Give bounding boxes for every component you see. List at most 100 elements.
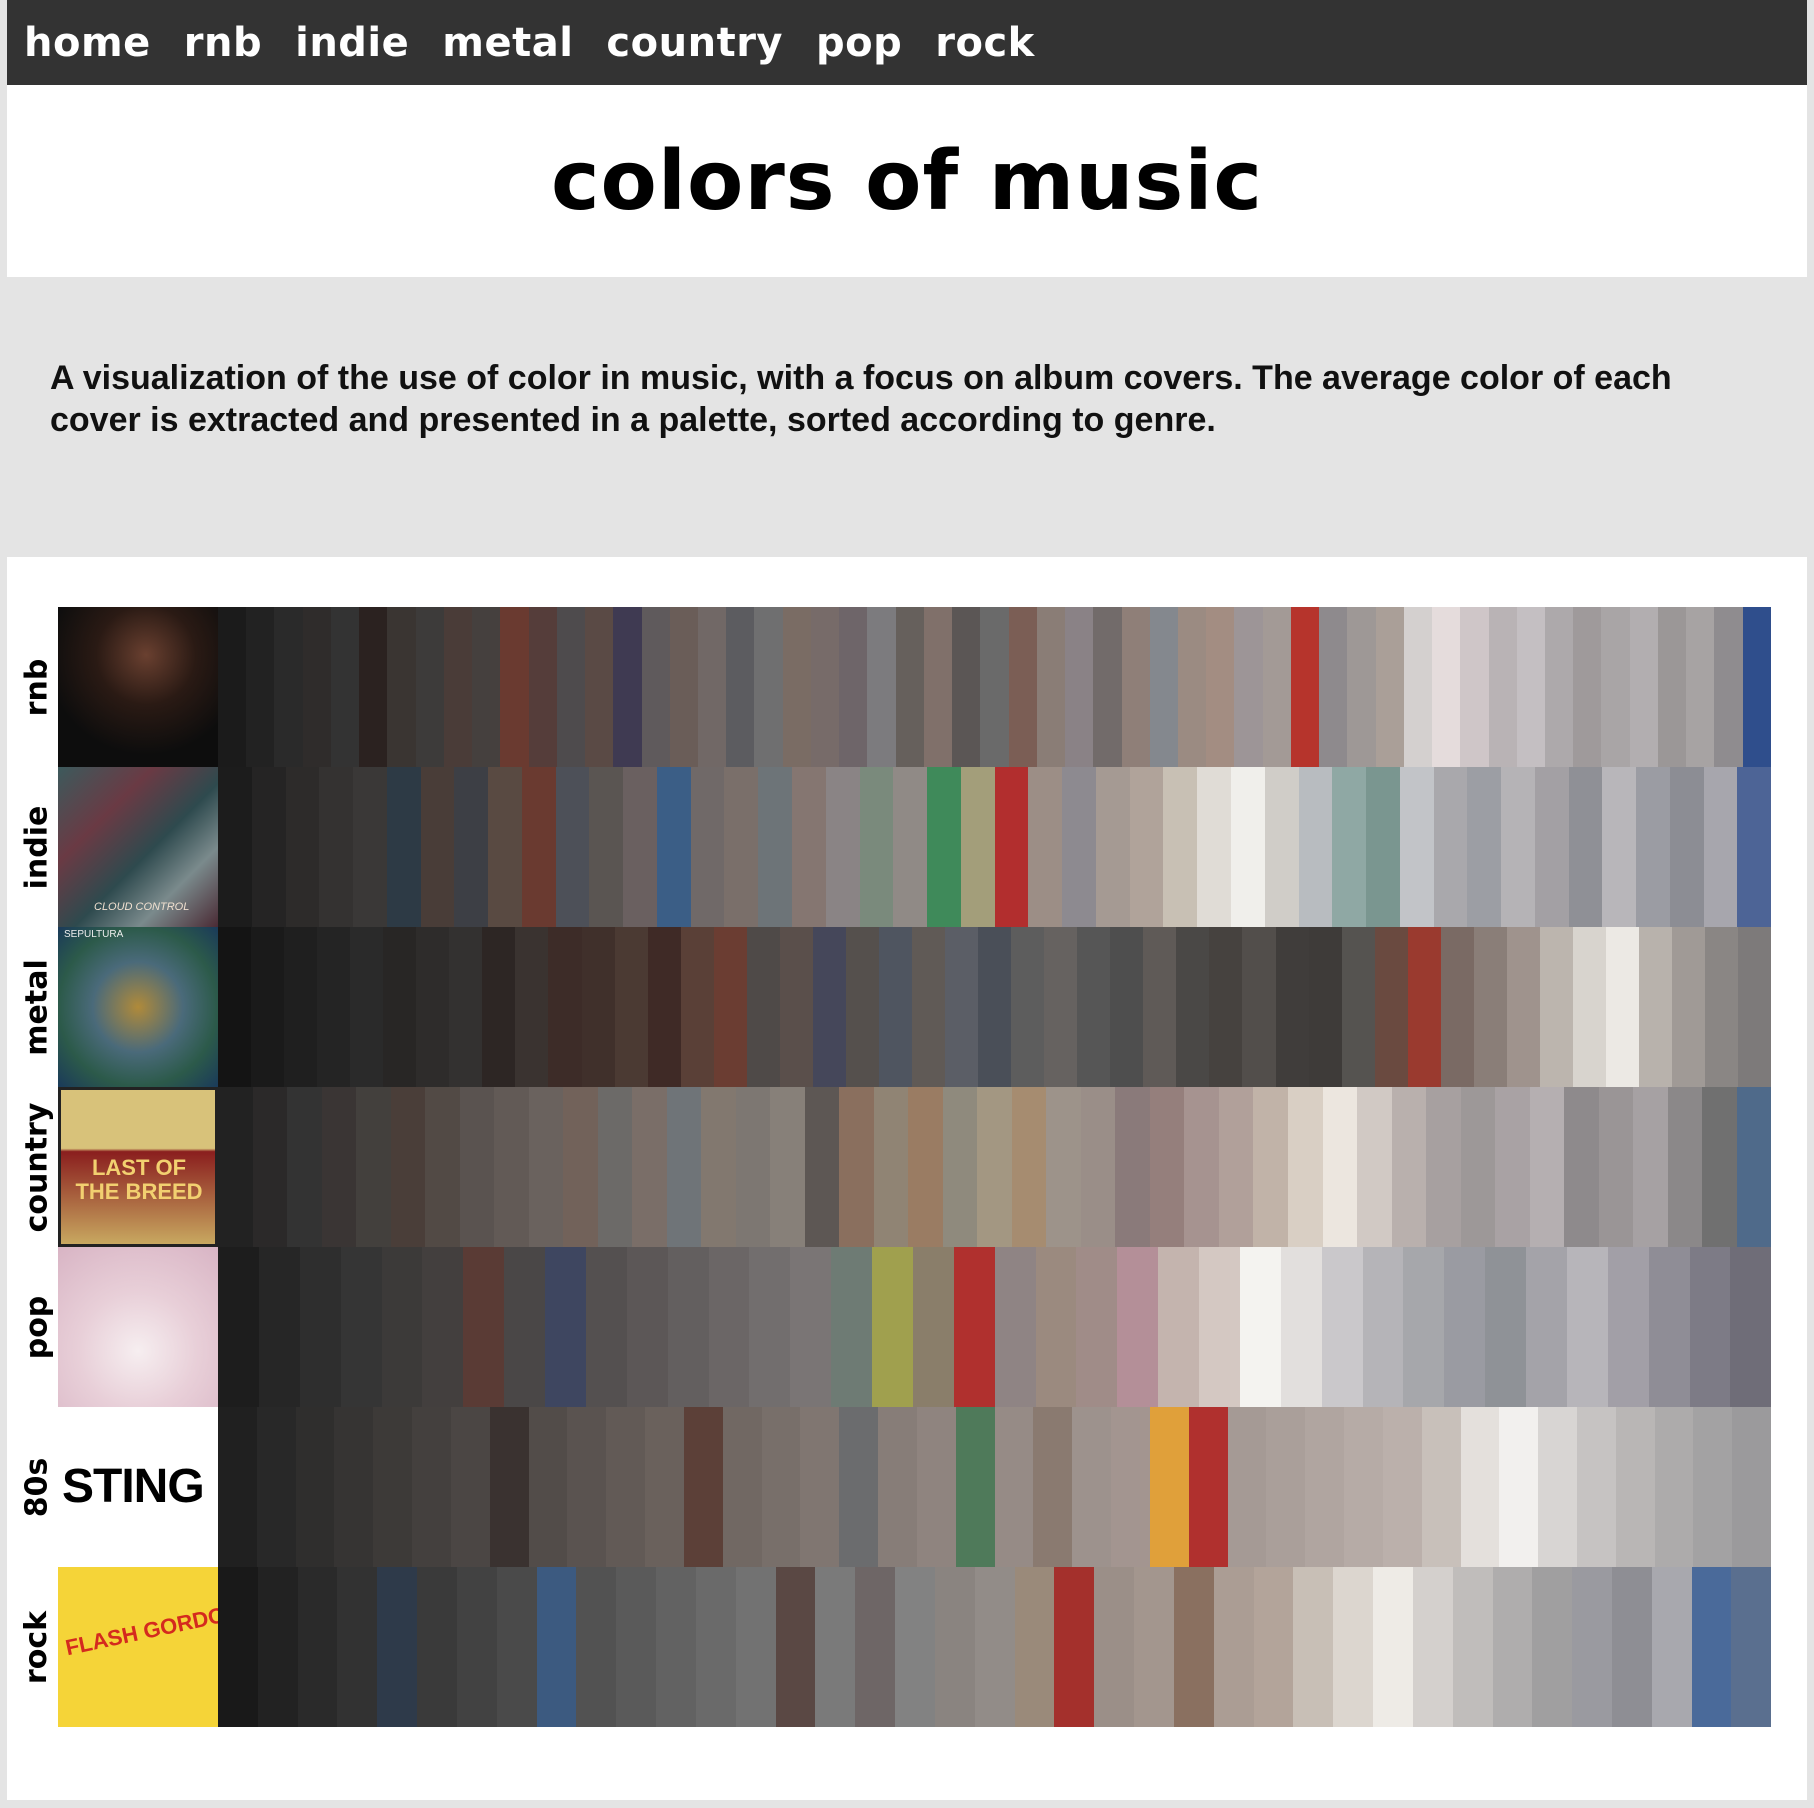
palette-swatch <box>1076 1247 1118 1407</box>
palette-swatch <box>1605 927 1640 1087</box>
genre-label: pop <box>17 1247 57 1407</box>
palette-swatch <box>218 927 252 1087</box>
color-palette <box>218 1567 1772 1727</box>
palette-swatch <box>420 767 455 927</box>
palette-swatch <box>839 1407 879 1567</box>
genre-label-text: country <box>19 1102 55 1232</box>
palette-swatch <box>708 1247 750 1407</box>
cover-text: LAST OF THE BREED <box>75 1155 203 1204</box>
palette-swatch <box>1333 1567 1374 1727</box>
palette-swatch <box>923 607 953 767</box>
palette-swatch <box>1373 1567 1413 1727</box>
palette-swatch <box>1176 927 1210 1087</box>
palette-swatch <box>528 607 557 767</box>
nav-link-country[interactable]: country <box>606 20 783 66</box>
nav-link-rnb[interactable]: rnb <box>184 20 262 66</box>
palette-swatch <box>667 1247 709 1407</box>
palette-swatch <box>916 1407 956 1567</box>
palette-swatch <box>761 1407 801 1567</box>
sepultura-album-cover[interactable]: SEPULTURA <box>58 927 218 1087</box>
palette-swatch <box>1322 1087 1358 1247</box>
palette-swatch <box>1163 767 1198 927</box>
palette-swatch <box>1742 607 1771 767</box>
palette-swatch <box>488 767 522 927</box>
palette-swatch <box>1072 1407 1112 1567</box>
palette-swatch <box>1736 1087 1772 1247</box>
palette-swatch <box>1657 607 1687 767</box>
nav-link-home[interactable]: home <box>24 20 151 66</box>
palette-swatch <box>381 1247 423 1407</box>
palette-swatch <box>1143 927 1177 1087</box>
genre-row-metal: metal SEPULTURA <box>7 927 1807 1087</box>
palette-swatch <box>1332 767 1367 927</box>
cover-text: SEPULTURA <box>64 929 124 940</box>
mariah-carey-album-cover[interactable]: MARIAH CAREY <box>58 607 218 767</box>
palette-swatch <box>980 607 1009 767</box>
palette-swatch <box>1564 1087 1599 1247</box>
palette-swatch <box>792 767 826 927</box>
palette-swatch <box>1266 1407 1306 1567</box>
palette-swatch <box>218 1247 259 1407</box>
palette-swatch <box>713 927 747 1087</box>
palette-swatch <box>746 927 780 1087</box>
palette-swatch <box>1234 607 1263 767</box>
palette-swatch <box>504 1247 545 1407</box>
palette-swatch <box>1495 1087 1530 1247</box>
palette-swatch <box>1686 607 1715 767</box>
sting-album-cover[interactable]: STING <box>58 1407 218 1567</box>
palette-swatch <box>597 1087 633 1247</box>
nav-link-indie[interactable]: indie <box>295 20 409 66</box>
palette-swatch <box>1080 1087 1116 1247</box>
palette-swatch <box>489 1407 529 1567</box>
palette-swatch <box>252 1087 288 1247</box>
palette-swatch <box>256 1407 296 1567</box>
palette-swatch <box>422 1247 464 1407</box>
cloud-control-album-cover[interactable]: CLOUD CONTROL <box>58 767 218 927</box>
palette-swatch <box>1121 607 1150 767</box>
palette-swatch <box>500 607 529 767</box>
genre-row-80s: 80s STING <box>7 1407 1807 1567</box>
palette-swatch <box>680 927 714 1087</box>
palette-swatch <box>656 767 691 927</box>
palette-swatch <box>299 1247 341 1407</box>
palette-swatch <box>1341 927 1375 1087</box>
intro-section: A visualization of the use of color in m… <box>7 277 1807 557</box>
palette-swatch <box>952 607 981 767</box>
palette-swatch <box>1184 1087 1219 1247</box>
palette-swatch <box>246 607 275 767</box>
palette-swatch <box>1738 927 1772 1087</box>
nav-link-rock[interactable]: rock <box>935 20 1035 66</box>
genre-label: country <box>17 1087 57 1247</box>
palette-swatch <box>1572 1567 1612 1727</box>
palette-swatch <box>295 1407 335 1567</box>
title-band: colors of music <box>7 85 1807 277</box>
palette-swatch <box>1149 1407 1189 1567</box>
palette-swatch <box>417 1567 457 1727</box>
palette-swatch <box>334 1407 374 1567</box>
teenage-dream-album-cover[interactable] <box>58 1247 218 1407</box>
palette-swatch <box>1197 767 1231 927</box>
nav-link-metal[interactable]: metal <box>442 20 573 66</box>
palette-swatch <box>1669 767 1704 927</box>
palette-swatch <box>1290 607 1320 767</box>
palette-swatch <box>1492 1567 1533 1727</box>
page-title: colors of music <box>550 133 1264 229</box>
palette-swatch <box>1473 927 1507 1087</box>
palette-swatch <box>1011 927 1045 1087</box>
palette-swatch <box>353 767 387 927</box>
palette-swatch <box>494 1087 529 1247</box>
last-of-the-breed-album-cover[interactable]: LAST OF THE BREED <box>58 1087 218 1247</box>
palette-swatch <box>606 1407 646 1567</box>
palette-swatch <box>1298 767 1333 927</box>
palette-swatch <box>1705 927 1739 1087</box>
palette-swatch <box>274 607 303 767</box>
intro-text: A visualization of the use of color in m… <box>50 359 1672 439</box>
palette-swatch <box>1566 1247 1608 1407</box>
palette-swatch <box>1264 767 1299 927</box>
palette-swatch <box>1344 1407 1383 1567</box>
flash-gordon-album-cover[interactable]: FLASH GORDON <box>58 1567 218 1727</box>
nav-link-pop[interactable]: pop <box>816 20 902 66</box>
palette-swatch <box>754 607 783 767</box>
palette-swatch <box>1357 1087 1392 1247</box>
palette-swatch <box>825 767 860 927</box>
